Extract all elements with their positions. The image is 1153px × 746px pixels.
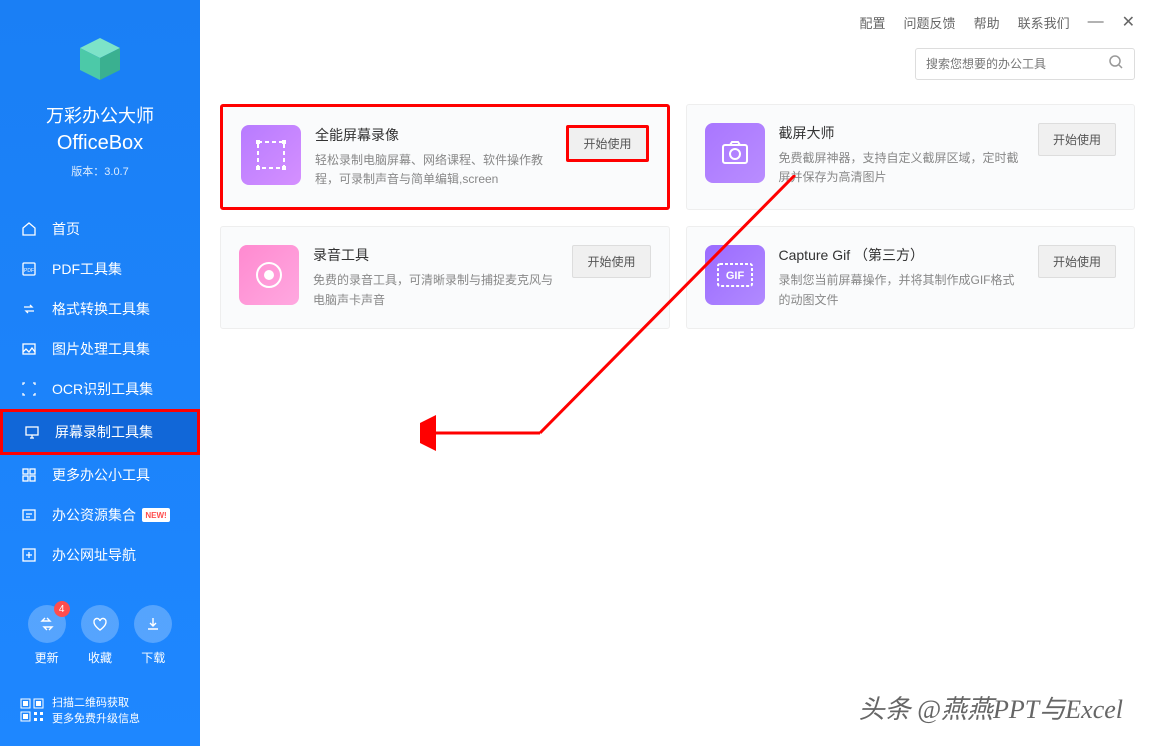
tool-text: 全能屏幕录像 轻松录制电脑屏幕、网络课程、软件操作教程，可录制声音与简单编辑,s… <box>315 125 552 189</box>
minimize-button[interactable]: — <box>1088 13 1104 31</box>
tool-title: Capture Gif （第三方） <box>779 245 1024 265</box>
screenshot-icon <box>705 123 765 183</box>
update-button[interactable]: 4 更新 <box>28 605 66 666</box>
bottom-actions: 4 更新 收藏 下载 <box>0 605 200 666</box>
ocr-icon <box>20 380 38 398</box>
download-icon <box>144 615 162 633</box>
search-bar <box>915 48 1135 80</box>
tool-card-screen-record: 全能屏幕录像 轻松录制电脑屏幕、网络课程、软件操作教程，可录制声音与简单编辑,s… <box>220 104 670 210</box>
sidebar-item-label: 格式转换工具集 <box>52 299 150 319</box>
action-label: 更新 <box>28 649 66 666</box>
tool-card-screenshot: 截屏大师 免费截屏神器，支持自定义截屏区域，定时截屏并保存为高清图片 开始使用 <box>686 104 1136 210</box>
sidebar: 万彩办公大师 OfficeBox 版本：3.0.7 首页 PDF PDF工具集 … <box>0 0 200 746</box>
menu-feedback[interactable]: 问题反馈 <box>904 13 956 32</box>
start-use-button[interactable]: 开始使用 <box>572 245 650 278</box>
sidebar-item-resources[interactable]: 办公资源集合 NEW! <box>0 495 200 535</box>
tool-text: 录音工具 免费的录音工具，可清晰录制与捕捉麦克风与电脑声卡声音 <box>313 245 558 309</box>
sidebar-item-label: 办公资源集合 <box>52 505 136 525</box>
resources-icon <box>20 506 38 524</box>
tool-desc: 免费的录音工具，可清晰录制与捕捉麦克风与电脑声卡声音 <box>313 271 558 309</box>
sidebar-item-label: 首页 <box>52 219 80 239</box>
start-use-button[interactable]: 开始使用 <box>566 125 648 162</box>
qr-area[interactable]: 扫描二维码获取 更多免费升级信息 <box>20 694 140 726</box>
watermark: 头条 @燕燕PPT与Excel <box>859 689 1123 726</box>
menu-contact[interactable]: 联系我们 <box>1018 13 1070 32</box>
tool-title: 全能屏幕录像 <box>315 125 552 145</box>
sidebar-item-convert[interactable]: 格式转换工具集 <box>0 289 200 329</box>
tool-desc: 轻松录制电脑屏幕、网络课程、软件操作教程，可录制声音与简单编辑,screen <box>315 151 552 189</box>
sidebar-item-label: OCR识别工具集 <box>52 379 153 399</box>
sidebar-item-links[interactable]: 办公网址导航 <box>0 535 200 575</box>
top-menu: 配置 问题反馈 帮助 联系我们 — ✕ <box>860 12 1135 32</box>
sidebar-item-label: 办公网址导航 <box>52 545 136 565</box>
svg-text:PDF: PDF <box>24 268 34 274</box>
app-version: 版本：3.0.7 <box>0 163 200 179</box>
sidebar-item-label: 更多办公小工具 <box>52 465 150 485</box>
screen-record-icon <box>241 125 301 185</box>
sidebar-item-label: PDF工具集 <box>52 259 122 279</box>
svg-text:GIF: GIF <box>725 270 744 282</box>
menu-help[interactable]: 帮助 <box>974 13 1000 32</box>
tool-title: 截屏大师 <box>779 123 1024 143</box>
tool-desc: 免费截屏神器，支持自定义截屏区域，定时截屏并保存为高清图片 <box>779 149 1024 187</box>
main-content: 配置 问题反馈 帮助 联系我们 — ✕ 全能屏幕录像 轻松录制电脑屏幕、网络课程… <box>200 0 1153 746</box>
home-icon <box>20 220 38 238</box>
sidebar-item-screen-record[interactable]: 屏幕录制工具集 <box>0 409 200 455</box>
image-icon <box>20 340 38 358</box>
qr-icon <box>20 698 44 722</box>
tool-text: 截屏大师 免费截屏神器，支持自定义截屏区域，定时截屏并保存为高清图片 <box>779 123 1024 187</box>
app-title: 万彩办公大师 <box>0 102 200 128</box>
close-button[interactable]: ✕ <box>1122 12 1135 32</box>
search-icon[interactable] <box>1108 54 1124 75</box>
sidebar-item-home[interactable]: 首页 <box>0 209 200 249</box>
gif-icon: GIF <box>705 245 765 305</box>
tool-grid: 全能屏幕录像 轻松录制电脑屏幕、网络课程、软件操作教程，可录制声音与简单编辑,s… <box>220 104 1135 329</box>
start-use-button[interactable]: 开始使用 <box>1038 123 1116 156</box>
search-input[interactable] <box>926 57 1108 71</box>
action-label: 下载 <box>134 649 172 666</box>
download-button[interactable]: 下载 <box>134 605 172 666</box>
sidebar-item-label: 屏幕录制工具集 <box>55 422 153 442</box>
tool-title: 录音工具 <box>313 245 558 265</box>
sidebar-item-pdf[interactable]: PDF PDF工具集 <box>0 249 200 289</box>
nav-list: 首页 PDF PDF工具集 格式转换工具集 图片处理工具集 OCR识别工具集 屏… <box>0 209 200 575</box>
favorite-button[interactable]: 收藏 <box>81 605 119 666</box>
tool-text: Capture Gif （第三方） 录制您当前屏幕操作，并将其制作成GIF格式的… <box>779 245 1024 309</box>
monitor-icon <box>23 423 41 441</box>
compass-icon <box>20 546 38 564</box>
menu-config[interactable]: 配置 <box>860 13 886 32</box>
svg-text:NEW!: NEW! <box>145 511 166 520</box>
convert-icon <box>20 300 38 318</box>
logo-area: 万彩办公大师 OfficeBox 版本：3.0.7 <box>0 0 200 199</box>
heart-icon <box>91 615 109 633</box>
app-subtitle: OfficeBox <box>0 132 200 155</box>
new-badge-icon: NEW! <box>142 508 170 522</box>
pdf-icon: PDF <box>20 260 38 278</box>
tool-desc: 录制您当前屏幕操作，并将其制作成GIF格式的动图文件 <box>779 271 1024 309</box>
tool-card-gif: GIF Capture Gif （第三方） 录制您当前屏幕操作，并将其制作成GI… <box>686 226 1136 328</box>
sidebar-item-ocr[interactable]: OCR识别工具集 <box>0 369 200 409</box>
sidebar-item-label: 图片处理工具集 <box>52 339 150 359</box>
qr-text: 扫描二维码获取 更多免费升级信息 <box>52 694 140 726</box>
tool-card-audio-record: 录音工具 免费的录音工具，可清晰录制与捕捉麦克风与电脑声卡声音 开始使用 <box>220 226 670 328</box>
logo-icon <box>70 30 130 90</box>
start-use-button[interactable]: 开始使用 <box>1038 245 1116 278</box>
audio-record-icon <box>239 245 299 305</box>
update-badge: 4 <box>54 601 70 617</box>
update-icon <box>38 615 56 633</box>
sidebar-item-image[interactable]: 图片处理工具集 <box>0 329 200 369</box>
action-label: 收藏 <box>81 649 119 666</box>
grid-icon <box>20 466 38 484</box>
sidebar-item-more[interactable]: 更多办公小工具 <box>0 455 200 495</box>
